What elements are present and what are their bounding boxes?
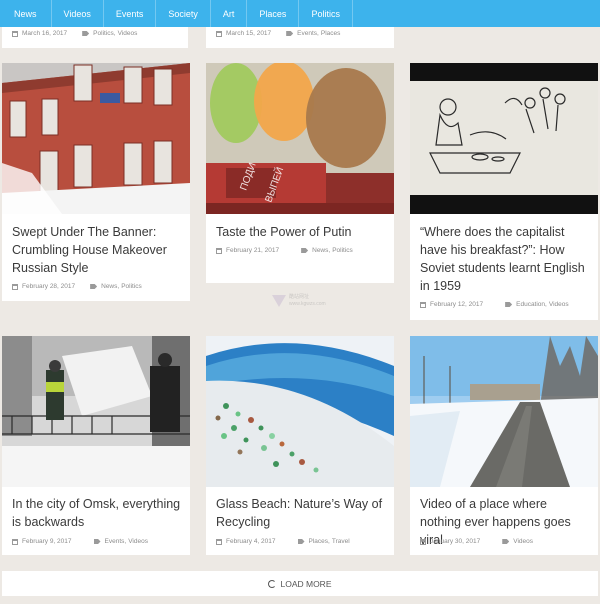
article-card[interactable]: ПОДИ ВЫПЕЙ Taste the Power of Putin Febr…	[206, 63, 394, 283]
tag-icon	[82, 31, 90, 36]
tag-link[interactable]: Politics	[93, 30, 114, 37]
tag-icon	[505, 302, 513, 307]
article-date: March 16, 2017	[22, 30, 68, 37]
tag-icon	[93, 539, 101, 544]
tag-link[interactable]: Travel	[332, 538, 350, 545]
article-card[interactable]: Swept Under The Banner: Crumbling House …	[2, 63, 190, 301]
snowy-road-photo[interactable]	[410, 336, 598, 487]
nav-item-art[interactable]: Art	[211, 0, 248, 27]
article-card[interactable]: In the city of Omsk, everything is backw…	[2, 336, 190, 555]
article-date: February 9, 2017	[22, 538, 72, 545]
article-meta: February 4, 2017 Places, Travel	[216, 538, 386, 545]
load-more-label: LOAD MORE	[280, 578, 332, 589]
article-meta: February 28, 2017 News, Politics	[12, 283, 182, 290]
article-date: February 12, 2017	[430, 301, 484, 308]
article-meta: February 21, 2017 News, Politics	[216, 247, 386, 254]
article-date: February 21, 2017	[226, 247, 280, 254]
calendar-icon	[12, 538, 18, 545]
nav-item-videos[interactable]: Videos	[52, 0, 104, 27]
load-more-button[interactable]: LOAD MORE	[2, 571, 598, 596]
top-navigation: News Videos Events Society Art Places Po…	[0, 0, 600, 27]
nav-item-news[interactable]: News	[0, 0, 52, 27]
refresh-icon	[268, 579, 277, 588]
partial-article-card-1: March 16, 2017 Politics, Videos	[2, 27, 188, 48]
calendar-icon	[420, 301, 426, 308]
tag-link[interactable]: Politics	[332, 247, 353, 254]
tag-link[interactable]: Politics	[121, 283, 142, 290]
article-meta: February 12, 2017 Education, Videos	[420, 301, 590, 308]
tag-link[interactable]: Videos	[128, 538, 148, 545]
tag-icon	[90, 284, 98, 289]
article-title[interactable]: Swept Under The Banner: Crumbling House …	[12, 223, 182, 277]
tag-link[interactable]: Places	[309, 538, 329, 545]
partial-article-card-2: March 15, 2017 Events, Places	[206, 27, 394, 48]
article-date: February 28, 2017	[22, 283, 76, 290]
tag-link[interactable]: News	[312, 247, 328, 254]
omsk-snow-workers-photo[interactable]	[2, 336, 190, 487]
calendar-icon	[12, 30, 18, 37]
article-title[interactable]: In the city of Omsk, everything is backw…	[12, 495, 182, 531]
nav-item-politics[interactable]: Politics	[299, 0, 353, 27]
tag-icon	[301, 248, 309, 253]
article-card[interactable]: “Where does the capitalist have his brea…	[410, 63, 598, 320]
nav-item-events[interactable]: Events	[104, 0, 157, 27]
tag-link[interactable]: Places	[321, 30, 341, 37]
article-title[interactable]: Glass Beach: Nature’s Way of Recycling	[216, 495, 386, 531]
watermark-line2: www.kgwzs.com	[289, 301, 326, 307]
soviet-cartoon-sketch[interactable]	[410, 63, 598, 214]
article-date: February 4, 2017	[226, 538, 276, 545]
tag-icon	[297, 539, 305, 544]
glass-beach-photo[interactable]	[206, 336, 394, 487]
article-meta: March 15, 2017 Events, Places	[216, 30, 340, 37]
article-meta: March 16, 2017 Politics, Videos	[12, 30, 137, 37]
article-title[interactable]: Taste the Power of Putin	[216, 223, 386, 241]
calendar-icon	[420, 538, 426, 545]
article-meta: January 30, 2017 Videos	[420, 538, 590, 545]
calendar-icon	[216, 538, 222, 545]
article-meta: February 9, 2017 Events, Videos	[12, 538, 182, 545]
tag-link[interactable]: Videos	[549, 301, 569, 308]
watermark-logo-icon	[272, 295, 286, 307]
calendar-icon	[12, 283, 18, 290]
putin-lollipops-photo[interactable]: ПОДИ ВЫПЕЙ	[206, 63, 394, 214]
article-card[interactable]: Glass Beach: Nature’s Way of Recycling F…	[206, 336, 394, 555]
nav-item-places[interactable]: Places	[247, 0, 300, 27]
calendar-icon	[216, 247, 222, 254]
article-date: March 15, 2017	[226, 30, 272, 37]
tag-link[interactable]: Events	[105, 538, 125, 545]
article-title[interactable]: “Where does the capitalist have his brea…	[420, 223, 590, 295]
calendar-icon	[216, 30, 222, 37]
red-brick-building-photo[interactable]	[2, 63, 190, 214]
nav-item-society[interactable]: Society	[156, 0, 211, 27]
tag-link[interactable]: Videos	[118, 30, 138, 37]
tag-link[interactable]: Education	[516, 301, 545, 308]
article-date: January 30, 2017	[430, 538, 481, 545]
tag-link[interactable]: News	[101, 283, 117, 290]
nav-menu: News Videos Events Society Art Places Po…	[0, 0, 353, 27]
watermark-line1: 酷站网址	[289, 294, 310, 300]
tag-icon	[286, 31, 294, 36]
site-watermark: 酷站网址 www.kgwzs.com	[272, 290, 342, 312]
article-card[interactable]: Video of a place where nothing ever happ…	[410, 336, 598, 555]
tag-link[interactable]: Videos	[513, 538, 533, 545]
tag-icon	[502, 539, 510, 544]
tag-link[interactable]: Events	[297, 30, 317, 37]
